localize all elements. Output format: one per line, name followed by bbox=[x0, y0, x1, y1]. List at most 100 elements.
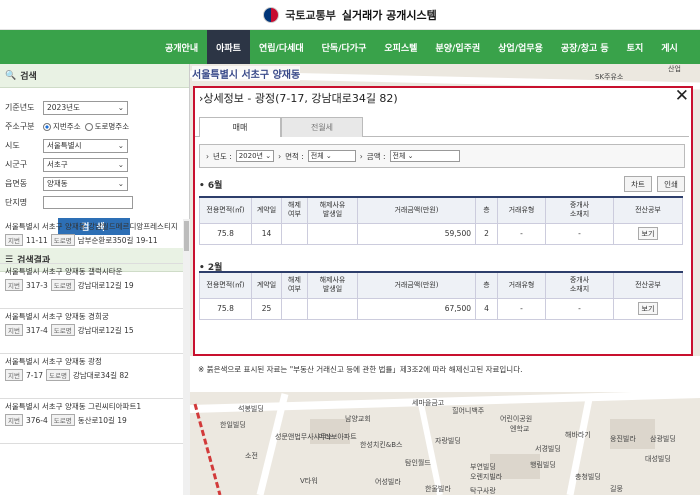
detail-modal: ›상세정보 - 광정(7-17, 강남대로34길 82) ✕ 매매 전월세 › … bbox=[193, 86, 693, 356]
map-label: 한울빌라 bbox=[425, 485, 451, 493]
nav-item-commercial[interactable]: 상업/업무용 bbox=[489, 30, 552, 64]
cell-day: 25 bbox=[251, 297, 282, 320]
col-area: 전용면적(㎡) bbox=[199, 271, 252, 299]
nav-item-board[interactable]: 게시 bbox=[652, 30, 687, 64]
table-header-row: 전용면적(㎡) 계약일 해제 여부 해제사유 발생일 거래금액(만원) 층 거래유형… bbox=[199, 196, 683, 224]
table-header-row: 전용면적(㎡) 계약일 해제 여부 해제사유 발생일 거래금액(만원) 층 거래유형… bbox=[199, 271, 683, 299]
col-cancel: 해제 여부 bbox=[281, 271, 308, 299]
chevron-down-icon: ⌄ bbox=[117, 141, 124, 150]
map-label: 서경빌딩 bbox=[535, 445, 561, 453]
map-label: 부연빌딩 bbox=[470, 463, 496, 471]
trade-table-feb: 전용면적(㎡) 계약일 해제 여부 해제사유 발생일 거래금액(만원) 층 거래유형… bbox=[199, 271, 683, 320]
results-scrollbar[interactable] bbox=[183, 219, 190, 495]
complex-name-input[interactable] bbox=[43, 196, 133, 209]
nav-item-officetel[interactable]: 오피스텔 bbox=[375, 30, 426, 64]
nav-item-row-house[interactable]: 연립/다세대 bbox=[250, 30, 313, 64]
nav-item-presale[interactable]: 분양/입주권 bbox=[426, 30, 489, 64]
close-icon[interactable]: ✕ bbox=[675, 88, 689, 105]
cell-registry: 보기 bbox=[613, 222, 683, 245]
nav-item-detached[interactable]: 단독/다가구 bbox=[313, 30, 376, 64]
map-label: 미라보아파트 bbox=[318, 433, 357, 441]
map-label: 웅진빌라 bbox=[610, 435, 636, 443]
map-label: 산업 bbox=[668, 65, 681, 73]
road-tag: 도로명 bbox=[50, 234, 75, 246]
result-jibun: 7-17 bbox=[25, 370, 43, 380]
list-item[interactable]: 서울특별시 서초구 양재동 광정 지번 7-17 도로명 강남대로34길 82 bbox=[0, 354, 183, 399]
dong-label: 읍면동 bbox=[5, 179, 28, 188]
result-jibun: 376-4 bbox=[25, 415, 48, 425]
result-road: 강남대로12길 19 bbox=[77, 280, 134, 290]
result-title: 서울특별시 서초구 양재동 경희궁 bbox=[5, 312, 109, 321]
taeguk-logo-icon bbox=[263, 6, 280, 23]
view-button[interactable]: 보기 bbox=[638, 302, 658, 315]
list-item[interactable]: 서울특별시 서초구 양재동 그린씨티아파트1 지번 376-4 도로명 동산로10길 … bbox=[0, 399, 183, 444]
main-nav: 공개안내 아파트 연립/다세대 단독/다가구 오피스텔 분양/입주권 상업/업무… bbox=[0, 30, 700, 64]
year-filter-select[interactable]: 2020년 ⌄ bbox=[235, 150, 275, 162]
list-item[interactable]: 서울특별시 서초구 양재동 갤럭시타운 지번 317-3 도로명 강남대로12길 19 bbox=[0, 264, 183, 309]
map-label: 대성빌딩 bbox=[645, 455, 671, 463]
map-label: 엔학교 bbox=[510, 425, 530, 433]
view-button[interactable]: 보기 bbox=[638, 227, 658, 240]
map-label: 한성치킨&B스 bbox=[360, 441, 403, 449]
price-filter-select[interactable]: 전체 ⌄ bbox=[389, 150, 460, 162]
area-filter-select[interactable]: 전체 ⌄ bbox=[307, 150, 356, 162]
chart-button[interactable]: 차트 bbox=[624, 176, 652, 192]
map-label: 행림빌딩 bbox=[530, 461, 556, 469]
map-label: 소전 bbox=[245, 452, 258, 460]
col-registry: 전산공부 bbox=[613, 196, 683, 224]
cell-cancel bbox=[281, 297, 308, 320]
chevron-right-icon: › bbox=[359, 151, 363, 161]
map-label: V타워 bbox=[300, 477, 318, 485]
map-label: 어린이공원 bbox=[500, 415, 533, 423]
cell-broker: - bbox=[545, 222, 614, 245]
nav-item-factory[interactable]: 공장/창고 등 bbox=[552, 30, 618, 64]
tab-rent[interactable]: 전월세 bbox=[281, 117, 363, 137]
print-button[interactable]: 인쇄 bbox=[657, 176, 685, 192]
cell-price: 59,500 bbox=[357, 222, 476, 245]
cell-day: 14 bbox=[251, 222, 282, 245]
scroll-thumb[interactable] bbox=[184, 221, 189, 251]
map-label: 어성빌라 bbox=[375, 478, 401, 486]
radio-road[interactable]: 도로명주소 bbox=[84, 121, 129, 132]
cell-floor: 4 bbox=[475, 297, 498, 320]
cell-type: - bbox=[497, 297, 546, 320]
site-logo[interactable]: 국토교통부 실거래가 공개시스템 bbox=[263, 6, 437, 23]
top-header: 국토교통부 실거래가 공개시스템 bbox=[0, 0, 700, 30]
sido-select[interactable]: 서울특별시 ⌄ bbox=[43, 138, 128, 153]
dong-select[interactable]: 양재동 ⌄ bbox=[43, 176, 128, 191]
filter-bar: › 년도 : 2020년 ⌄ › 면적 : 전체 ⌄ › 금액 : 전체 ⌄ bbox=[199, 144, 685, 168]
col-broker: 중개사 소재지 bbox=[545, 271, 614, 299]
col-day: 계약일 bbox=[251, 271, 282, 299]
sigungu-select[interactable]: 서초구 ⌄ bbox=[43, 157, 128, 172]
result-jibun: 11-11 bbox=[25, 235, 48, 245]
complex-label: 단지명 bbox=[5, 198, 28, 207]
result-road: 동산로10길 19 bbox=[77, 415, 127, 425]
list-item[interactable]: 서울특별시 서초구 양재동 강남월드메르디앙프레스티지 지번 11-11 도로명 남부… bbox=[0, 219, 183, 264]
map-label: 길뭉 bbox=[610, 485, 623, 493]
tab-sale[interactable]: 매매 bbox=[199, 117, 281, 137]
cell-registry: 보기 bbox=[613, 297, 683, 320]
radio-jibun[interactable]: 지번주소 bbox=[43, 121, 81, 132]
col-broker: 중개사 소재지 bbox=[545, 196, 614, 224]
result-road: 강남대로34길 82 bbox=[72, 370, 129, 380]
col-registry: 전산공부 bbox=[613, 271, 683, 299]
map-label: 한일빌딩 bbox=[220, 421, 246, 429]
cell-price: 67,500 bbox=[357, 297, 476, 320]
cell-area: 75.8 bbox=[199, 222, 252, 245]
jibun-tag: 지번 bbox=[5, 414, 23, 426]
nav-item-guide[interactable]: 공개안내 bbox=[156, 30, 207, 64]
list-item[interactable]: 서울특별시 서초구 양재동 경희궁 지번 317-4 도로명 강남대로12길 15 bbox=[0, 309, 183, 354]
year-select[interactable]: 2023년도 ⌄ bbox=[43, 100, 128, 115]
search-icon: 🔍 bbox=[5, 70, 17, 81]
col-price: 거래금액(만원) bbox=[357, 196, 476, 224]
result-road: 남부순환로350길 19-11 bbox=[77, 235, 158, 245]
map-label: 오렌지빌라 bbox=[470, 473, 503, 481]
cell-cancel-date bbox=[307, 222, 358, 245]
result-title: 서울특별시 서초구 양재동 갤럭시타운 bbox=[5, 267, 123, 276]
cell-broker: - bbox=[545, 297, 614, 320]
map-label: 힐어니백주 bbox=[452, 407, 485, 415]
col-day: 계약일 bbox=[251, 196, 282, 224]
nav-item-apartment[interactable]: 아파트 bbox=[207, 30, 250, 64]
table-row: 75.8 25 67,500 4 - - 보기 bbox=[199, 297, 683, 320]
nav-item-land[interactable]: 토지 bbox=[618, 30, 653, 64]
